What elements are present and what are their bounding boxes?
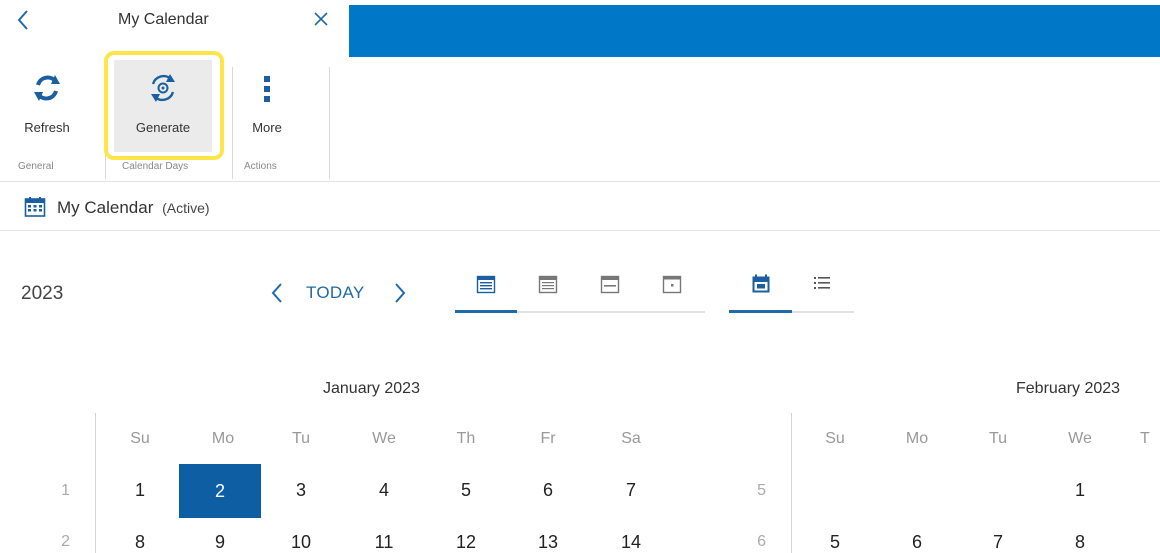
list-mode-button[interactable]: [802, 268, 842, 312]
weekday-header: Tu: [988, 430, 1008, 447]
weekday-header: Sa: [621, 430, 641, 447]
calendar-day[interactable]: 4: [364, 480, 404, 501]
month-view-button[interactable]: [528, 268, 568, 312]
ribbon-separator: [329, 67, 330, 179]
week-view-icon: [600, 275, 620, 294]
calendar-day[interactable]: 5: [446, 480, 486, 501]
refresh-button[interactable]: Refresh: [10, 60, 84, 152]
group-label-actions: Actions: [244, 161, 277, 172]
week-number: 6: [757, 533, 766, 550]
page-title-text: My Calendar: [57, 198, 154, 217]
month-title-february: February 2023: [1016, 380, 1121, 397]
day-view-button[interactable]: [652, 268, 692, 312]
calendar-day[interactable]: 8: [120, 532, 160, 553]
more-button[interactable]: More: [241, 60, 293, 152]
calendar-day[interactable]: 11: [364, 532, 404, 553]
breadcrumb: My Calendar (Active): [0, 183, 1160, 231]
calendar-day[interactable]: 1: [120, 480, 160, 501]
weekday-header: Su: [130, 430, 150, 447]
calendar-day[interactable]: 3: [281, 480, 321, 501]
calendar-day[interactable]: 1: [1060, 480, 1100, 501]
month-view-icon: [538, 275, 558, 294]
calendar-day[interactable]: 12: [446, 532, 486, 553]
weekday-header: We: [1068, 430, 1092, 447]
calendar-day[interactable]: 7: [611, 480, 651, 501]
calendar-day-selected[interactable]: 2: [179, 464, 261, 518]
mode-tab-track: [792, 311, 854, 313]
tab-title: My Calendar: [118, 11, 209, 28]
ribbon: Refresh Generate More General Calendar D…: [0, 57, 1160, 182]
close-icon[interactable]: [311, 9, 331, 29]
calendar-day[interactable]: 9: [200, 532, 240, 553]
year-view-icon: [476, 275, 496, 294]
weekday-header: Th: [456, 430, 476, 447]
calendar-day[interactable]: 13: [528, 532, 568, 553]
list-icon: [814, 277, 830, 289]
status-text: (Active): [162, 200, 210, 216]
day-view-icon: [662, 275, 682, 294]
calendar-day[interactable]: 6: [528, 480, 568, 501]
calendar-day[interactable]: 6: [897, 532, 937, 553]
tab-strip: My Calendar: [0, 0, 1160, 57]
group-label-general: General: [18, 161, 54, 172]
calendar-tab[interactable]: My Calendar: [0, 0, 348, 57]
more-vertical-icon: [249, 70, 285, 106]
today-button[interactable]: TODAY: [306, 283, 365, 303]
weekday-header: Mo: [905, 430, 929, 447]
calendar-day[interactable]: 10: [281, 532, 321, 553]
calendar-day[interactable]: 8: [1060, 532, 1100, 553]
year-view-button[interactable]: [466, 268, 506, 312]
generate-label: Generate: [135, 120, 191, 135]
generate-button[interactable]: Generate: [114, 60, 212, 152]
refresh-label: Refresh: [24, 120, 70, 135]
group-label-calendar-days: Calendar Days: [122, 161, 189, 172]
weekday-header: T: [1140, 430, 1150, 447]
mode-tab-active-indicator: [729, 310, 792, 313]
week-number-divider: [95, 413, 96, 553]
month-title-january: January 2023: [323, 380, 420, 397]
title-bar-strip: [349, 5, 1160, 57]
calendar-icon: [24, 196, 46, 218]
weekday-header: Fr: [540, 430, 556, 447]
view-tab-active-indicator: [455, 310, 517, 313]
more-label: More: [252, 120, 282, 135]
calendar-day[interactable]: 14: [611, 532, 651, 553]
week-number: 5: [757, 482, 766, 499]
weekday-header: Mo: [211, 430, 235, 447]
week-number-divider: [791, 413, 792, 553]
page-title: My Calendar (Active): [57, 198, 210, 218]
weekday-header: Tu: [291, 430, 311, 447]
previous-button[interactable]: [268, 280, 286, 306]
year-label: 2023: [21, 283, 64, 304]
weekday-header: Su: [825, 430, 845, 447]
next-button[interactable]: [391, 280, 409, 306]
generate-icon: [145, 70, 181, 106]
view-tab-track: [517, 311, 705, 313]
ribbon-separator: [105, 67, 106, 179]
calendar-mode-button[interactable]: [741, 268, 781, 312]
calendar-mode-icon: [752, 274, 770, 293]
ribbon-separator: [232, 67, 233, 179]
week-number: 1: [61, 482, 70, 499]
weekday-header: We: [372, 430, 396, 447]
calendar-day[interactable]: 5: [815, 532, 855, 553]
refresh-icon: [29, 70, 65, 106]
week-view-button[interactable]: [590, 268, 630, 312]
chevron-left-icon[interactable]: [14, 8, 32, 32]
calendar-day[interactable]: 7: [978, 532, 1018, 553]
week-number: 2: [61, 533, 70, 550]
